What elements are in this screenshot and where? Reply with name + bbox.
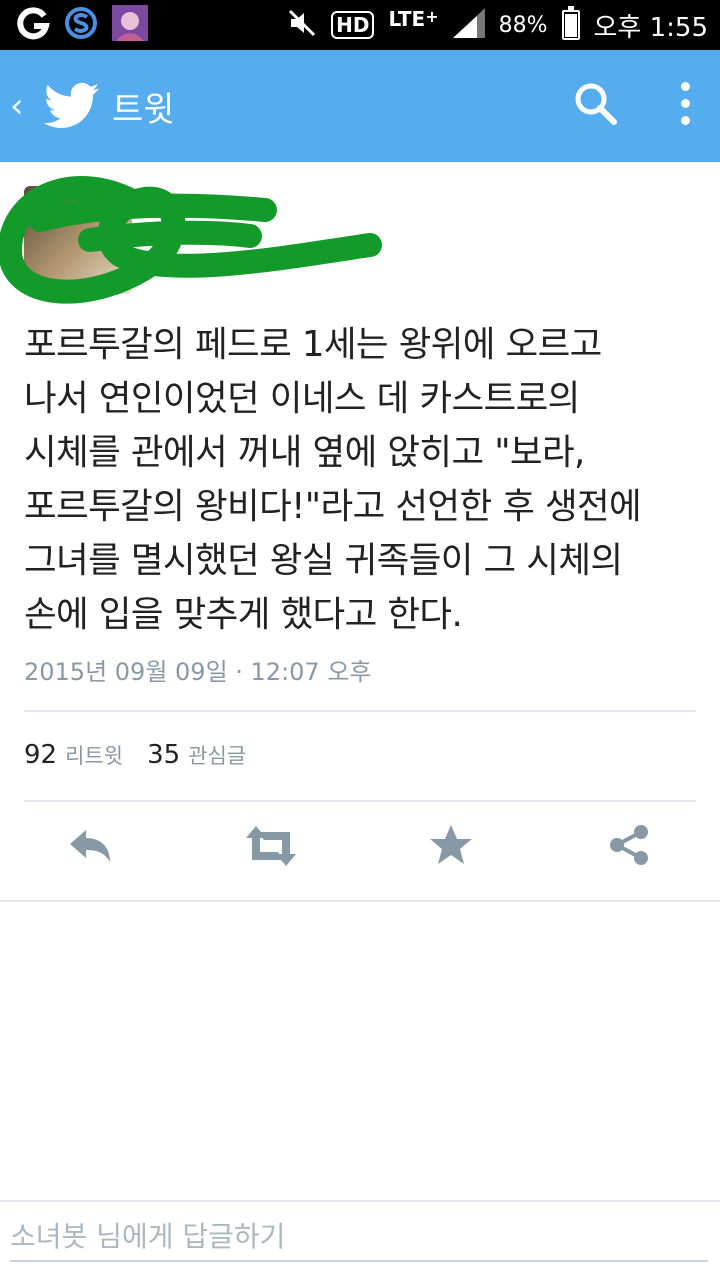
- mute-icon: [287, 8, 317, 42]
- app-logo-s-icon: [64, 6, 98, 44]
- lte-label: LTE: [388, 7, 426, 31]
- divider: [0, 900, 720, 902]
- favorite-button[interactable]: [428, 822, 474, 872]
- divider: [24, 710, 696, 712]
- retweet-label[interactable]: 리트윗: [65, 740, 123, 770]
- more-dot-icon: [680, 99, 690, 108]
- share-button[interactable]: [606, 822, 652, 872]
- star-icon: [430, 825, 472, 864]
- signal-icon: [452, 8, 485, 42]
- retweet-icon: [246, 826, 296, 866]
- tweet-timestamp: 2015년 09월 09일 · 12:07 오후: [24, 658, 372, 686]
- reply-icon: [70, 830, 110, 862]
- reply-button[interactable]: [66, 822, 114, 874]
- redaction-scribble: [0, 176, 382, 304]
- back-button[interactable]: ‹: [10, 86, 24, 126]
- notification-avatar-icon: [112, 5, 148, 45]
- favorite-label[interactable]: 관심글: [188, 740, 246, 770]
- search-icon: [575, 83, 617, 125]
- retweet-button[interactable]: [242, 822, 300, 874]
- app-bar: ‹ 트윗: [0, 50, 720, 162]
- status-bar: HD LTE+ 88% 오후 1:55: [0, 0, 720, 50]
- share-icon: [610, 825, 648, 865]
- page-title: 트윗: [112, 90, 175, 130]
- more-dot-icon: [680, 82, 690, 91]
- battery-percent: 88%: [498, 12, 548, 38]
- twitter-bird-icon[interactable]: [43, 82, 100, 134]
- tweet-text: 포르투갈의 페드로 1세는 왕위에 오르고 나서 연인이었던 이네스 데 카스트…: [24, 324, 642, 635]
- lte-icon: LTE+: [388, 7, 438, 31]
- app-logo-g-icon: [16, 6, 50, 44]
- reply-input[interactable]: [10, 1212, 708, 1262]
- more-dot-icon: [680, 116, 690, 125]
- lte-plus: +: [425, 7, 439, 26]
- retweet-count[interactable]: 92: [24, 740, 57, 770]
- hd-voice-icon: HD: [331, 11, 375, 39]
- favorite-count[interactable]: 35: [147, 740, 180, 770]
- battery-icon: [561, 6, 580, 40]
- tweet-stats: 92 리트윗 35 관심글: [24, 740, 270, 770]
- divider: [24, 800, 696, 802]
- clock: 오후 1:55: [593, 12, 709, 43]
- search-button[interactable]: [572, 80, 620, 132]
- more-options-button[interactable]: [670, 82, 700, 132]
